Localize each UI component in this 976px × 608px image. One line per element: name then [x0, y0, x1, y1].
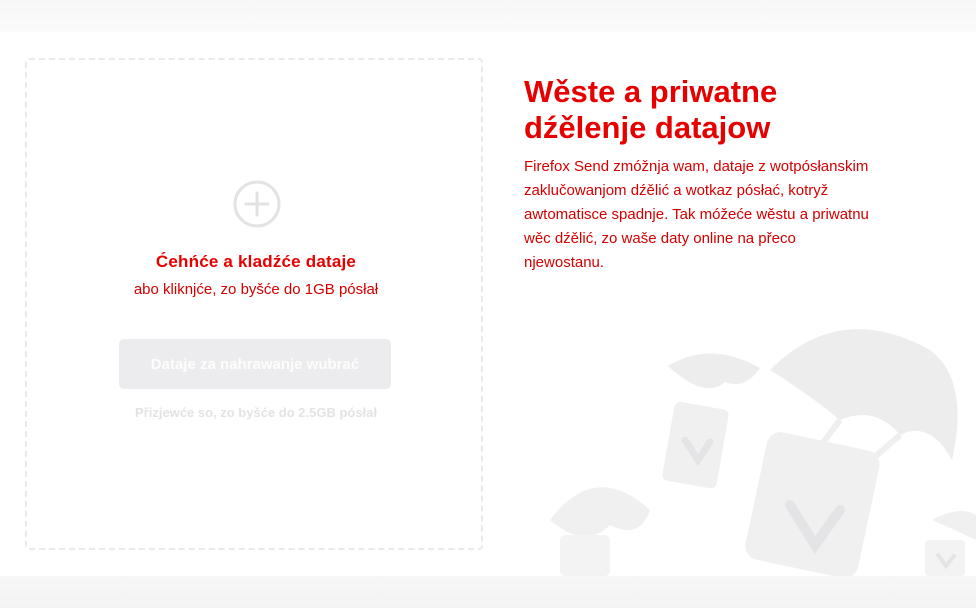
parachute-boxes-illustration — [550, 329, 976, 576]
top-header-bar — [0, 0, 976, 32]
size-limit-hint[interactable]: Přizjewće so, zo byšće do 2.5GB pósłał — [27, 405, 485, 420]
page-headline: Wěste a priwatne dźělenje datajow — [524, 74, 778, 145]
small-parachute-icon — [550, 487, 650, 576]
drag-drop-subtitle: abo kliknjće, zo byšće do 1GB pósłał — [133, 281, 379, 298]
plus-circle-icon — [233, 180, 281, 228]
intro-description: Firefox Send zmóžnja wam, dataje z wotpó… — [524, 158, 869, 271]
drag-drop-title: Ćehńće a kladźće dataje — [155, 252, 357, 271]
large-parachute-icon — [745, 329, 958, 576]
bottom-footer-bar — [0, 576, 976, 608]
upload-dropzone[interactable]: Ćehńće a kladźće dataje abo kliknjće, zo… — [25, 58, 483, 550]
medium-parachute-icon — [662, 353, 760, 489]
tiny-parachute-icon — [925, 511, 976, 576]
select-files-button[interactable]: Dataje za nahrawanje wubrać — [119, 339, 391, 389]
